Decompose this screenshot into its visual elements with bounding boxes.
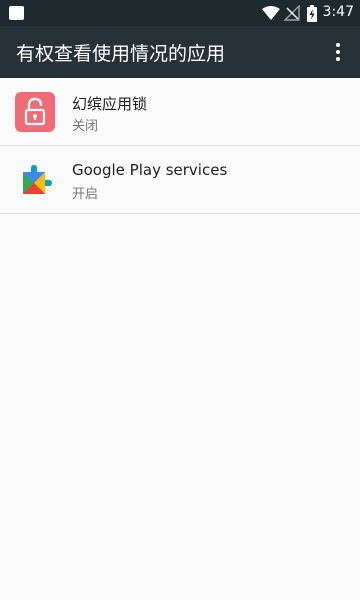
lock-app-icon bbox=[15, 92, 55, 132]
app-status: 开启 bbox=[72, 187, 99, 202]
app-name: Google Play services bbox=[72, 161, 228, 179]
menu-dot bbox=[336, 50, 340, 54]
no-sim-icon bbox=[284, 5, 300, 21]
battery-charging-icon bbox=[307, 5, 317, 22]
list-item-google-play-services[interactable]: Google Play services 开启 bbox=[0, 146, 360, 214]
app-list: 幻缤应用锁 关闭 Google Play services 开启 bbox=[0, 78, 360, 214]
status-time: 3:47 bbox=[322, 4, 354, 20]
list-item-app-lock[interactable]: 幻缤应用锁 关闭 bbox=[0, 78, 360, 146]
menu-dot bbox=[336, 57, 340, 61]
app-bar: 有权查看使用情况的应用 bbox=[0, 26, 360, 78]
app-status: 关闭 bbox=[72, 119, 99, 134]
notification-icon bbox=[9, 6, 24, 20]
google-play-services-icon bbox=[23, 165, 52, 194]
more-vert-icon[interactable] bbox=[324, 36, 352, 68]
page-title: 有权查看使用情况的应用 bbox=[16, 43, 226, 65]
menu-dot bbox=[336, 43, 340, 47]
app-name: 幻缤应用锁 bbox=[72, 95, 148, 113]
wifi-icon bbox=[262, 6, 280, 20]
status-bar: 3:47 bbox=[0, 0, 360, 26]
